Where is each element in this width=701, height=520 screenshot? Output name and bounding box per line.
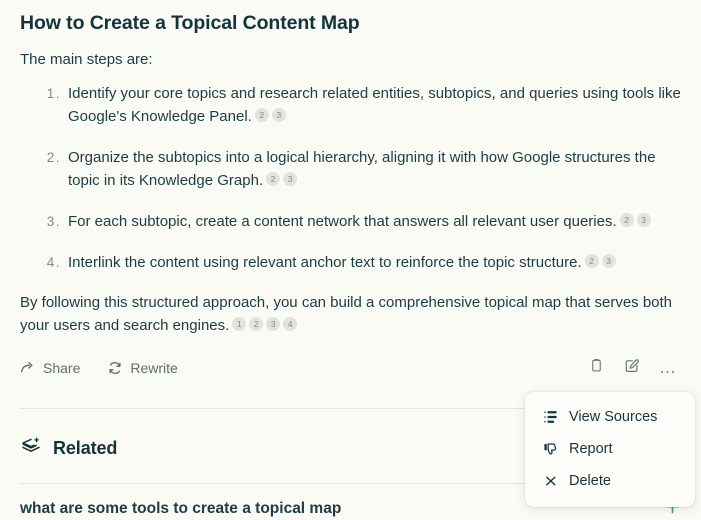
list-item: 1. Identify your core topics and research…	[20, 82, 681, 128]
rewrite-icon	[107, 360, 123, 376]
ellipsis-icon: …	[659, 358, 677, 377]
menu-item-view-sources[interactable]: View Sources	[525, 401, 695, 433]
edit-button[interactable]	[619, 356, 645, 380]
related-question-text: what are some tools to create a topical …	[20, 500, 342, 517]
list-item-number: 2.	[46, 150, 61, 165]
list-item-text: Interlink the content using relevant anc…	[68, 254, 582, 271]
citation-chip[interactable]: 4	[283, 317, 298, 331]
clipboard-icon	[589, 358, 604, 378]
list-item-text: Organize the subtopics into a logical hi…	[68, 149, 656, 189]
citation-chip[interactable]: 2	[266, 172, 281, 186]
conclusion-text: By following this structured approach, y…	[20, 294, 673, 334]
citation-chip[interactable]: 3	[266, 317, 281, 331]
intro-paragraph: The main steps are:	[20, 51, 153, 68]
list-item-text: Identify your core topics and research r…	[68, 85, 681, 125]
list-item-text: For each subtopic, create a content netw…	[68, 213, 617, 230]
more-options-button[interactable]: …	[655, 356, 681, 380]
list-item: 3. For each subtopic, create a content ne…	[20, 210, 681, 233]
close-x-icon	[543, 473, 559, 489]
share-icon	[20, 360, 36, 376]
citation-chip[interactable]: 3	[283, 172, 298, 186]
sources-list-icon	[543, 409, 559, 425]
list-item: 4. Interlink the content using relevant a…	[20, 251, 681, 274]
related-heading: Related	[53, 437, 118, 458]
menu-item-report[interactable]: Report	[525, 433, 695, 465]
conclusion-paragraph: By following this structured approach, y…	[20, 291, 681, 337]
copy-button[interactable]	[583, 356, 609, 380]
rewrite-button[interactable]: Rewrite	[107, 360, 178, 376]
citation-chip[interactable]: 2	[619, 213, 634, 227]
list-item-number: 4.	[46, 255, 61, 270]
share-label: Share	[43, 360, 81, 376]
menu-item-label: View Sources	[569, 409, 658, 425]
list-item: 2. Organize the subtopics into a logical …	[20, 146, 681, 192]
edit-pencil-icon	[624, 358, 640, 379]
steps-list: 1. Identify your core topics and research…	[20, 82, 681, 274]
citation-chip[interactable]: 3	[601, 254, 616, 268]
menu-item-delete[interactable]: Delete	[525, 465, 695, 497]
rewrite-label: Rewrite	[130, 360, 178, 376]
answer-page: How to Create a Topical Content Map The …	[0, 0, 701, 517]
citation-chip[interactable]: 2	[249, 317, 264, 331]
citation-chip[interactable]: 3	[271, 108, 286, 122]
citation-chip[interactable]: 2	[584, 254, 599, 268]
citation-chip[interactable]: 1	[232, 317, 247, 331]
more-options-menu: View Sources Report Delete	[525, 392, 695, 507]
answer-action-bar: Share Rewrite …	[20, 356, 681, 380]
thumbs-down-icon	[543, 441, 559, 457]
menu-item-label: Delete	[569, 473, 611, 489]
page-title: How to Create a Topical Content Map	[20, 12, 360, 34]
citation-chip[interactable]: 2	[254, 108, 269, 122]
list-item-number: 3.	[46, 214, 61, 229]
list-item-number: 1.	[46, 86, 61, 101]
menu-item-label: Report	[569, 441, 613, 457]
layers-plus-icon	[20, 435, 42, 462]
share-button[interactable]: Share	[20, 360, 80, 376]
citation-chip[interactable]: 3	[636, 213, 651, 227]
